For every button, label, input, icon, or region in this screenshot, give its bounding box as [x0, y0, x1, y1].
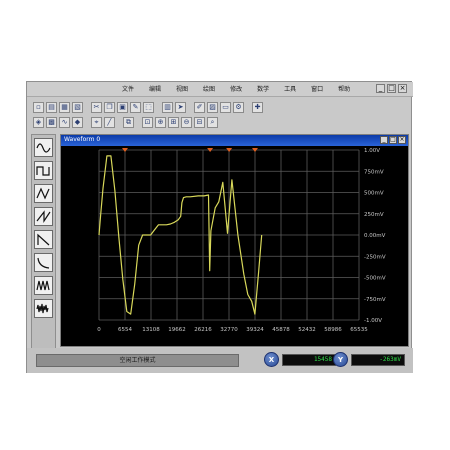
- apply-icon[interactable]: ✚: [252, 101, 263, 113]
- y-tick-label: -500mV: [364, 276, 386, 282]
- ruler-icon[interactable]: ⌖: [91, 116, 102, 128]
- x-tick-label: 39324: [246, 327, 264, 333]
- print-icon[interactable]: ▧: [72, 101, 83, 113]
- y-axis-button[interactable]: Y: [333, 352, 348, 367]
- wave-icon[interactable]: ∿: [59, 116, 70, 128]
- y-tick-label: -250mV: [364, 254, 386, 260]
- exp-decay-icon[interactable]: [34, 253, 53, 272]
- waveform-window-controls: _ □ ×: [380, 136, 406, 144]
- y-tick-label: 750mV: [364, 169, 384, 175]
- x-tick-label: 0: [97, 327, 101, 333]
- line-tool-icon[interactable]: ╱: [104, 116, 115, 128]
- probe-icon[interactable]: ◈: [33, 116, 44, 128]
- waveform-window-title: Waveform 0: [64, 136, 101, 143]
- ramp-wave-icon[interactable]: [34, 230, 53, 249]
- zoom-out-x-icon[interactable]: ⊟: [194, 116, 205, 128]
- menu-file[interactable]: 文件: [122, 84, 134, 93]
- draw-icon[interactable]: ✎: [130, 101, 141, 113]
- cursor-icon[interactable]: ➤: [175, 101, 186, 113]
- triangle-wave-icon[interactable]: [34, 184, 53, 203]
- x-tick-label: 58986: [324, 327, 342, 333]
- x-tick-label: 26216: [194, 327, 212, 333]
- y-tick-label: 1.00V: [364, 148, 380, 154]
- x-tick-label: 52432: [298, 327, 316, 333]
- pulse-wave-icon[interactable]: [34, 276, 53, 295]
- zoom-out-icon[interactable]: ⊖: [181, 116, 192, 128]
- zoom-custom-icon[interactable]: ⌕: [207, 116, 218, 128]
- x-tick-label: 13108: [142, 327, 160, 333]
- main-window: 文件 编辑 视图 绘图 修改 数学 工具 窗口 帮助 _ □ × ▫ ▤ ▦ ▧ ✂ ❐ ▣…: [26, 81, 413, 373]
- new-file-icon[interactable]: ▫: [33, 101, 44, 113]
- x-readout: 15458: [282, 354, 336, 366]
- erase-icon[interactable]: ✐: [194, 101, 205, 113]
- x-tick-label: 32770: [220, 327, 238, 333]
- cut-icon[interactable]: ✂: [91, 101, 102, 113]
- y-tick-label: 500mV: [364, 191, 384, 197]
- waveform-plot[interactable]: 0 6554 13108 19662 26216 32770 39324 45878 52432…: [61, 146, 408, 346]
- waveform-window-titlebar[interactable]: Waveform 0 _ □ ×: [61, 135, 408, 146]
- menu-draw[interactable]: 绘图: [203, 84, 215, 93]
- y-tick-label: -1.00V: [364, 318, 382, 324]
- status-bar: 空闲工作模式 X 15458 Y -263mV: [27, 348, 413, 373]
- monitor-icon[interactable]: ▭: [220, 101, 231, 113]
- toolbar-view: ◈ ▩ ∿ ◆ ⌖ ╱ ⧉ ⊡ ⊕ ⊞ ⊖ ⊟ ⌕: [33, 115, 218, 129]
- close-button[interactable]: ×: [398, 84, 407, 93]
- zoom-in-x-icon[interactable]: ⊞: [168, 116, 179, 128]
- measure-icon[interactable]: ▩: [46, 116, 57, 128]
- waveform-minimize-button[interactable]: _: [380, 136, 388, 144]
- grid-icon[interactable]: ▥: [162, 101, 173, 113]
- waveform-close-button[interactable]: ×: [398, 136, 406, 144]
- menu-view[interactable]: 视图: [176, 84, 188, 93]
- sawtooth-wave-icon[interactable]: [34, 207, 53, 226]
- menu-items: 文件 编辑 视图 绘图 修改 数学 工具 窗口 帮助: [122, 84, 350, 93]
- y-tick-label: 0.00mV: [364, 233, 386, 239]
- noise-wave-icon[interactable]: [34, 299, 53, 318]
- sine-wave-icon[interactable]: [34, 138, 53, 157]
- maximize-button[interactable]: □: [387, 84, 396, 93]
- y-readout: -263mV: [351, 354, 405, 366]
- waveform-maximize-button[interactable]: □: [389, 136, 397, 144]
- minimize-button[interactable]: _: [376, 84, 385, 93]
- menu-bar: 文件 编辑 视图 绘图 修改 数学 工具 窗口 帮助 _ □ ×: [27, 82, 413, 97]
- menu-tools[interactable]: 工具: [284, 84, 296, 93]
- zoom-fit-icon[interactable]: ⊡: [142, 116, 153, 128]
- x-tick-label: 45878: [272, 327, 290, 333]
- mode-status: 空闲工作模式: [36, 354, 239, 367]
- menu-help[interactable]: 帮助: [338, 84, 350, 93]
- x-tick-label: 65535: [350, 327, 368, 333]
- menu-edit[interactable]: 编辑: [149, 84, 161, 93]
- y-tick-label: -750mV: [364, 297, 386, 303]
- settings-icon[interactable]: ⚙: [233, 101, 244, 113]
- paste-icon[interactable]: ▣: [117, 101, 128, 113]
- open-icon[interactable]: ▤: [46, 101, 57, 113]
- copy-wave-icon[interactable]: ⧉: [123, 116, 134, 128]
- copy-icon[interactable]: ❐: [104, 101, 115, 113]
- menu-window[interactable]: 窗口: [311, 84, 323, 93]
- square-wave-icon[interactable]: [34, 161, 53, 180]
- waveform-palette: [31, 134, 56, 352]
- zoom-in-icon[interactable]: ⊕: [155, 116, 166, 128]
- toolbar-main: ▫ ▤ ▦ ▧ ✂ ❐ ▣ ✎ ⬚ ▥ ➤ ✐ ▨ ▭ ⚙ ✚: [33, 100, 263, 114]
- menu-math[interactable]: 数学: [257, 84, 269, 93]
- save-icon[interactable]: ▦: [59, 101, 70, 113]
- window-controls: _ □ ×: [376, 84, 407, 93]
- chart-icon[interactable]: ▨: [207, 101, 218, 113]
- y-tick-label: 250mV: [364, 212, 384, 218]
- marker-icon[interactable]: ◆: [72, 116, 83, 128]
- x-tick-label: 6554: [118, 327, 132, 333]
- menu-modify[interactable]: 修改: [230, 84, 242, 93]
- select-icon[interactable]: ⬚: [143, 101, 154, 113]
- x-tick-label: 19662: [168, 327, 186, 333]
- x-axis-button[interactable]: X: [264, 352, 279, 367]
- waveform-window: Waveform 0 _ □ × 0 6554 13108 19662 26216 327…: [60, 134, 409, 347]
